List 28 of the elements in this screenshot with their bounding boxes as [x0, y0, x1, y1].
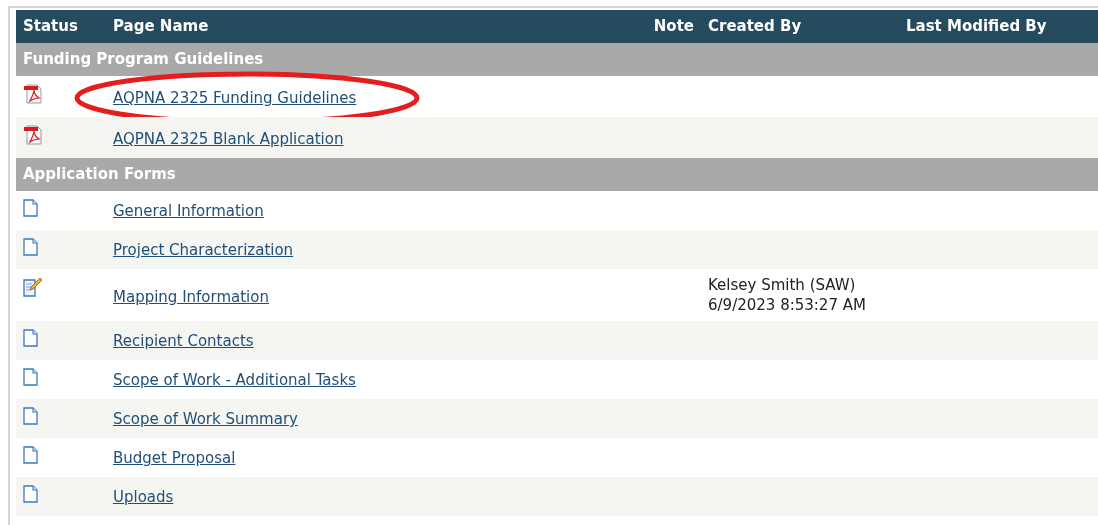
page-link[interactable]: AQPNA 2325 Blank Application	[113, 130, 344, 148]
page-link[interactable]: Uploads	[113, 488, 174, 506]
pdf-icon	[23, 84, 45, 104]
column-header: Last Modified By	[905, 16, 1048, 38]
created-by-text: Kelsey Smith (SAW)	[708, 275, 857, 295]
group-header: Funding Program Guidelines	[16, 43, 1098, 76]
page-link[interactable]: Budget Proposal	[113, 449, 236, 467]
document-icon	[23, 485, 38, 503]
pdf-icon	[23, 125, 45, 145]
document-icon	[23, 199, 38, 217]
edit-document-icon	[23, 277, 43, 297]
group-header: Application Forms	[16, 158, 1098, 191]
column-header: Note	[652, 16, 695, 38]
document-icon	[23, 407, 38, 425]
column-header: Page Name	[112, 16, 210, 38]
page-link[interactable]: Project Characterization	[113, 241, 294, 259]
page-link[interactable]: Recipient Contacts	[113, 332, 254, 350]
document-icon	[23, 368, 38, 386]
page-link[interactable]: Scope of Work Summary	[113, 410, 298, 428]
document-icon	[23, 238, 38, 256]
column-header: Status	[22, 16, 79, 38]
document-icon	[23, 446, 38, 464]
column-header: Created By	[707, 16, 803, 38]
document-icon	[23, 329, 38, 347]
page-link[interactable]: Scope of Work - Additional Tasks	[113, 371, 356, 389]
created-by-text: 6/9/2023 8:53:27 AM	[708, 295, 867, 315]
page-link[interactable]: General Information	[113, 202, 264, 220]
page-link[interactable]: Mapping Information	[113, 288, 269, 306]
